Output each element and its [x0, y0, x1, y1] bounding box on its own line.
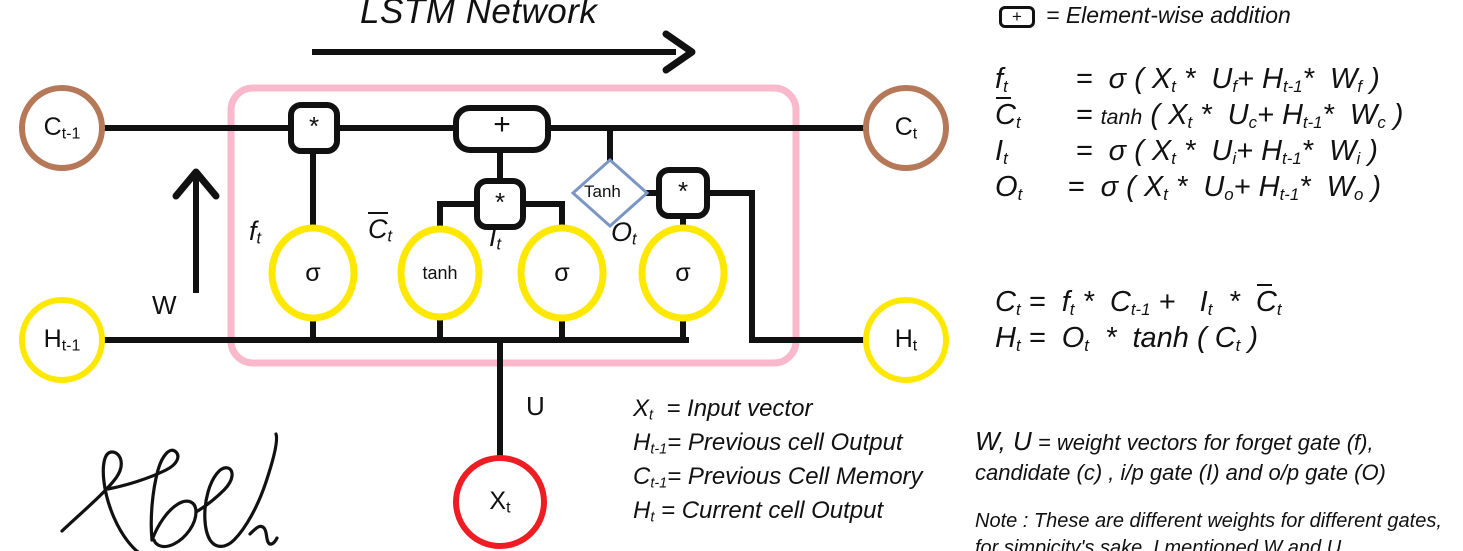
node-label-x-input: Xt — [489, 487, 511, 517]
gate-tag-candidate: Ct — [368, 214, 392, 246]
op-mul-forget-symbol: * — [308, 111, 320, 141]
gate-equations-block: ft = σ ( Xt * Uf+ Ht-1* Wf ) Ct = tanh (… — [995, 62, 1403, 206]
handwritten-signature — [60, 432, 279, 551]
weights-note: Note : These are different weights for d… — [975, 510, 1442, 551]
variable-row-c-prev: Ct-1= Previous Cell Memory — [633, 463, 923, 492]
equation-output: Ot = σ ( Xt * Uo+ Ht-1* Wo ) — [995, 170, 1382, 204]
equation-candidate: Ct = tanh ( Xt * Uc+ Ht-1* Wc ) — [995, 97, 1404, 133]
variable-legend: Xt = Input vector Ht-1= Previous cell Ou… — [633, 392, 923, 528]
equation-cell-state: Ct = ft * Ct-1 + It * Ct — [995, 284, 1282, 320]
node-label-c-next: Ct — [894, 113, 918, 143]
gate-tag-forget: ft — [249, 216, 262, 248]
node-label-h-next: Ht — [894, 325, 918, 355]
state-equations-block: Ct = ft * Ct-1 + It * Ct Ht = Ot * tanh … — [995, 284, 1282, 357]
weights-legend-line2: candidate (c) , i/p gate (I) and o/p gat… — [975, 459, 1386, 485]
elementwise-add-chip: + — [999, 6, 1035, 28]
gate-candidate-activation: tanh — [422, 263, 458, 283]
op-add-cell-symbol: + — [493, 108, 511, 141]
time-direction-arrow — [312, 30, 696, 74]
gate-output-activation: σ — [675, 259, 691, 287]
variable-row-h-next: Ht = Current cell Output — [633, 497, 884, 526]
node-label-c-prev: Ct-1 — [43, 113, 81, 143]
node-label-h-prev: Ht-1 — [43, 325, 81, 355]
gate-tag-input: It — [489, 222, 502, 254]
equation-hidden-state: Ht = Ot * tanh ( Ct ) — [995, 321, 1259, 356]
weight-label-w: W — [152, 290, 177, 320]
weights-legend: W, U = weight vectors for forget gate (f… — [975, 425, 1455, 487]
weights-legend-line1: W, U = weight vectors for forget gate (f… — [975, 426, 1374, 456]
elementwise-add-legend-text: = Element-wise addition — [1046, 2, 1291, 28]
gate-input-activation: σ — [554, 259, 570, 287]
gate-tag-output: Ot — [611, 217, 637, 249]
variable-row-h-prev: Ht-1= Previous cell Output — [633, 429, 903, 458]
equation-input: It = σ ( Xt * Ui+ Ht-1* Wi ) — [995, 134, 1378, 168]
equation-forget: ft = σ ( Xt * Uf+ Ht-1* Wf ) — [995, 63, 1380, 97]
variable-row-x: Xt = Input vector — [633, 395, 813, 424]
lstm-diagram-page: LSTM Network Ct-1 Ht-1 Ct Ht Xt σ tanh σ… — [0, 0, 1463, 551]
gate-forget-activation: σ — [305, 259, 321, 287]
tanh-diamond-label: Tanh — [584, 182, 621, 201]
op-mul-candidate-symbol: * — [494, 187, 506, 217]
op-mul-output-symbol: * — [677, 176, 689, 206]
weight-label-u: U — [526, 391, 545, 421]
